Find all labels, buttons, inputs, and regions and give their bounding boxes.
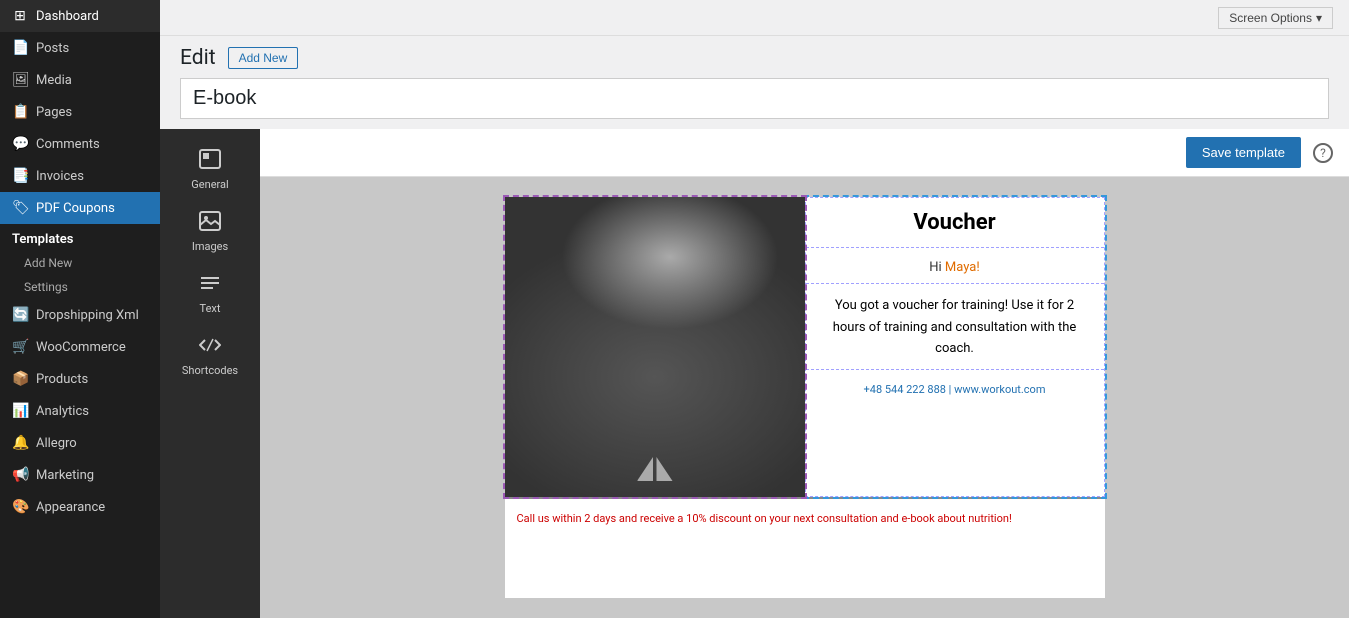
element-shortcodes[interactable]: Shortcodes bbox=[168, 327, 252, 385]
element-text[interactable]: Text bbox=[168, 265, 252, 323]
template-name-input[interactable] bbox=[180, 78, 1329, 119]
sidebar: ⊞ Dashboard 📄 Posts 🖼 Media 📋 Pages 💬 Co… bbox=[0, 0, 160, 618]
voucher-content-side[interactable]: Voucher Hi Maya! You got a voucher for t… bbox=[805, 197, 1105, 497]
text-element-icon bbox=[199, 273, 221, 298]
edit-header: Edit Add New bbox=[160, 36, 1349, 78]
sidebar-label-comments: Comments bbox=[36, 137, 100, 152]
general-element-label: General bbox=[191, 178, 228, 191]
logo-wing-left bbox=[637, 457, 653, 481]
editor-area: General Images Text Shortcodes bbox=[160, 129, 1349, 618]
allegro-icon: 🔔 bbox=[12, 435, 28, 451]
shortcodes-element-icon bbox=[199, 335, 221, 360]
woocommerce-icon: 🛒 bbox=[12, 339, 28, 355]
sidebar-item-dashboard[interactable]: ⊞ Dashboard bbox=[0, 0, 160, 32]
sidebar-label-pdf-coupons: PDF Coupons bbox=[36, 201, 115, 216]
marketing-icon: 📢 bbox=[12, 467, 28, 483]
voucher-layout: Voucher Hi Maya! You got a voucher for t… bbox=[505, 197, 1105, 497]
sidebar-label-marketing: Marketing bbox=[36, 468, 94, 483]
invoices-icon: 📑 bbox=[12, 168, 28, 184]
sidebar-sub-add-new[interactable]: Add New bbox=[0, 251, 160, 275]
sidebar-item-marketing[interactable]: 📢 Marketing bbox=[0, 459, 160, 491]
templates-section-title: Templates bbox=[0, 224, 160, 251]
voucher-body-text: You got a voucher for training! Use it f… bbox=[833, 298, 1077, 356]
voucher-image bbox=[505, 197, 805, 497]
sidebar-label-woocommerce: WooCommerce bbox=[36, 340, 126, 355]
sidebar-item-products[interactable]: 📦 Products bbox=[0, 363, 160, 395]
media-icon: 🖼 bbox=[12, 72, 28, 88]
sidebar-item-appearance[interactable]: 🎨 Appearance bbox=[0, 491, 160, 523]
comments-icon: 💬 bbox=[12, 136, 28, 152]
sidebar-sub-settings[interactable]: Settings bbox=[0, 275, 160, 299]
element-images[interactable]: Images bbox=[168, 203, 252, 261]
voucher-greeting-name: Maya! bbox=[945, 260, 980, 275]
dropshipping-icon: 🔄 bbox=[12, 307, 28, 323]
main-content: Screen Options ▾ Edit Add New General Im… bbox=[160, 0, 1349, 618]
sidebar-item-analytics[interactable]: 📊 Analytics bbox=[0, 395, 160, 427]
pdf-coupons-icon: 🏷 bbox=[12, 200, 28, 216]
posts-icon: 📄 bbox=[12, 40, 28, 56]
voucher-body-box: You got a voucher for training! Use it f… bbox=[806, 284, 1104, 370]
sidebar-label-dashboard: Dashboard bbox=[36, 9, 99, 24]
sidebar-label-posts: Posts bbox=[36, 41, 69, 56]
canvas-scroll[interactable]: Voucher Hi Maya! You got a voucher for t… bbox=[260, 177, 1349, 618]
sidebar-item-invoices[interactable]: 📑 Invoices bbox=[0, 160, 160, 192]
sidebar-item-media[interactable]: 🖼 Media bbox=[0, 64, 160, 96]
voucher-image-side[interactable] bbox=[505, 197, 805, 497]
sidebar-label-products: Products bbox=[36, 372, 88, 387]
canvas-toolbar: Save template ? bbox=[260, 129, 1349, 177]
pages-icon: 📋 bbox=[12, 104, 28, 120]
images-element-icon bbox=[199, 211, 221, 236]
sidebar-item-allegro[interactable]: 🔔 Allegro bbox=[0, 427, 160, 459]
logo-shape bbox=[637, 457, 672, 481]
sidebar-label-dropshipping: Dropshipping Xml bbox=[36, 308, 139, 323]
sidebar-label-analytics: Analytics bbox=[36, 404, 89, 419]
dashboard-icon: ⊞ bbox=[12, 8, 28, 24]
sidebar-label-allegro: Allegro bbox=[36, 436, 77, 451]
images-element-label: Images bbox=[192, 240, 228, 253]
sidebar-item-pdf-coupons[interactable]: 🏷 PDF Coupons bbox=[0, 192, 160, 224]
voucher-greeting-box: Hi Maya! bbox=[806, 248, 1104, 284]
shortcodes-element-label: Shortcodes bbox=[182, 364, 238, 377]
general-element-icon bbox=[199, 149, 221, 174]
sidebar-item-comments[interactable]: 💬 Comments bbox=[0, 128, 160, 160]
appearance-icon: 🎨 bbox=[12, 499, 28, 515]
voucher-greeting: Hi Maya! bbox=[929, 260, 979, 275]
elements-panel: General Images Text Shortcodes bbox=[160, 129, 260, 618]
text-element-label: Text bbox=[200, 302, 221, 315]
sidebar-label-pages: Pages bbox=[36, 105, 72, 120]
template-name-row bbox=[160, 78, 1349, 129]
voucher-footer-text: Call us within 2 days and receive a 10% … bbox=[517, 512, 1012, 525]
voucher-contact-box: +48 544 222 888 | www.workout.com bbox=[806, 370, 1104, 405]
logo-wing-right bbox=[656, 457, 672, 481]
voucher-bottom-strip: Call us within 2 days and receive a 10% … bbox=[505, 497, 1105, 534]
products-icon: 📦 bbox=[12, 371, 28, 387]
sidebar-label-appearance: Appearance bbox=[36, 500, 105, 515]
sidebar-label-invoices: Invoices bbox=[36, 169, 84, 184]
sidebar-label-media: Media bbox=[36, 73, 72, 88]
canvas-area: Save template ? bbox=[260, 129, 1349, 618]
sidebar-item-dropshipping[interactable]: 🔄 Dropshipping Xml bbox=[0, 299, 160, 331]
add-new-button[interactable]: Add New bbox=[228, 47, 299, 69]
sidebar-item-posts[interactable]: 📄 Posts bbox=[0, 32, 160, 64]
save-template-button[interactable]: Save template bbox=[1186, 137, 1301, 168]
element-general[interactable]: General bbox=[168, 141, 252, 199]
logo-overlay bbox=[637, 457, 672, 481]
voucher-title-box: Voucher bbox=[806, 198, 1104, 248]
page-title: Edit bbox=[180, 46, 216, 70]
sidebar-item-woocommerce[interactable]: 🛒 WooCommerce bbox=[0, 331, 160, 363]
voucher-contact: +48 544 222 888 | www.workout.com bbox=[864, 383, 1046, 396]
voucher-canvas: Voucher Hi Maya! You got a voucher for t… bbox=[505, 197, 1105, 598]
screen-options-chevron-icon: ▾ bbox=[1316, 11, 1322, 25]
voucher-title: Voucher bbox=[913, 210, 995, 235]
top-bar: Screen Options ▾ bbox=[160, 0, 1349, 36]
sidebar-item-pages[interactable]: 📋 Pages bbox=[0, 96, 160, 128]
analytics-icon: 📊 bbox=[12, 403, 28, 419]
help-icon[interactable]: ? bbox=[1313, 143, 1333, 163]
screen-options-button[interactable]: Screen Options ▾ bbox=[1218, 7, 1333, 29]
screen-options-label: Screen Options bbox=[1229, 11, 1312, 25]
